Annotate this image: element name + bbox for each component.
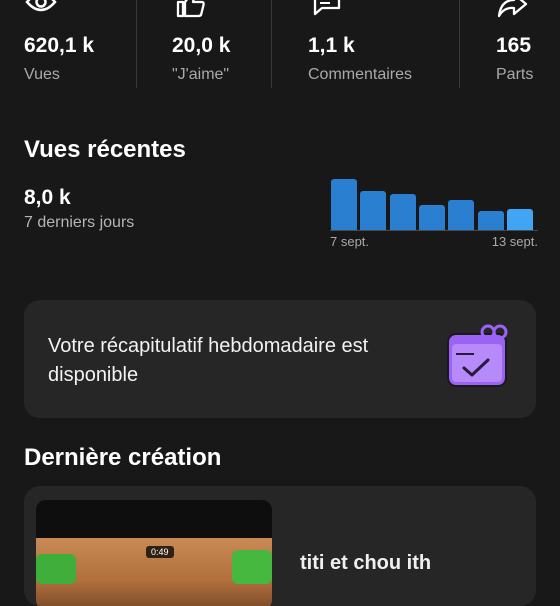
chart-bar[interactable] (478, 211, 504, 230)
recent-views-period: 7 derniers jours (24, 214, 135, 231)
thumbnail-foliage (36, 554, 76, 584)
comment-icon (313, 0, 341, 16)
stat-value: 20,0 k (172, 34, 231, 57)
share-icon (497, 0, 528, 18)
divider (271, 0, 272, 88)
stat-value: 165 (496, 34, 532, 57)
latest-creation-title: Dernière création (24, 444, 222, 471)
divider (459, 0, 460, 88)
chart-bar[interactable] (507, 209, 533, 230)
stat-label: "J'aime" (172, 66, 230, 83)
stat-label: Commentaires (308, 66, 413, 83)
chart-tick-start: 7 sept. (330, 234, 370, 249)
recent-views-chart[interactable]: 7 sept. 13 sept. (330, 176, 538, 256)
recent-views-value: 8,0 k (24, 186, 71, 209)
recent-views-title: Vues récentes (24, 136, 186, 163)
eye-icon (25, 0, 57, 12)
video-duration: 0:49 (146, 546, 174, 558)
video-title: titi et chou ith (300, 552, 432, 574)
stat-label: Vues (24, 66, 60, 83)
latest-creation-card[interactable]: 0:49 titi et chou ith (24, 486, 536, 606)
chart-baseline (330, 230, 538, 231)
chart-bar[interactable] (419, 205, 445, 230)
divider (136, 0, 137, 88)
weekly-recap-text: Votre récapitulatif hebdomadaire est dis… (48, 335, 369, 386)
chart-bar[interactable] (360, 191, 386, 230)
thumbnail-foliage (232, 550, 272, 584)
chart-bar[interactable] (448, 200, 474, 230)
chart-bar[interactable] (390, 194, 416, 230)
thumbs-up-icon (176, 0, 205, 18)
stat-label: Parts (496, 66, 534, 83)
stat-value: 620,1 k (24, 34, 95, 57)
video-thumbnail[interactable]: 0:49 (36, 500, 272, 606)
calendar-check-icon (447, 324, 508, 387)
stats-row: 620,1 k Vues 20,0 k "J'aime" 1,1 k Comme… (0, 0, 560, 100)
weekly-recap-card[interactable]: Votre récapitulatif hebdomadaire est dis… (24, 300, 536, 418)
chart-tick-end: 13 sept. (491, 234, 538, 249)
stat-value: 1,1 k (308, 34, 355, 57)
chart-bar[interactable] (331, 179, 357, 230)
